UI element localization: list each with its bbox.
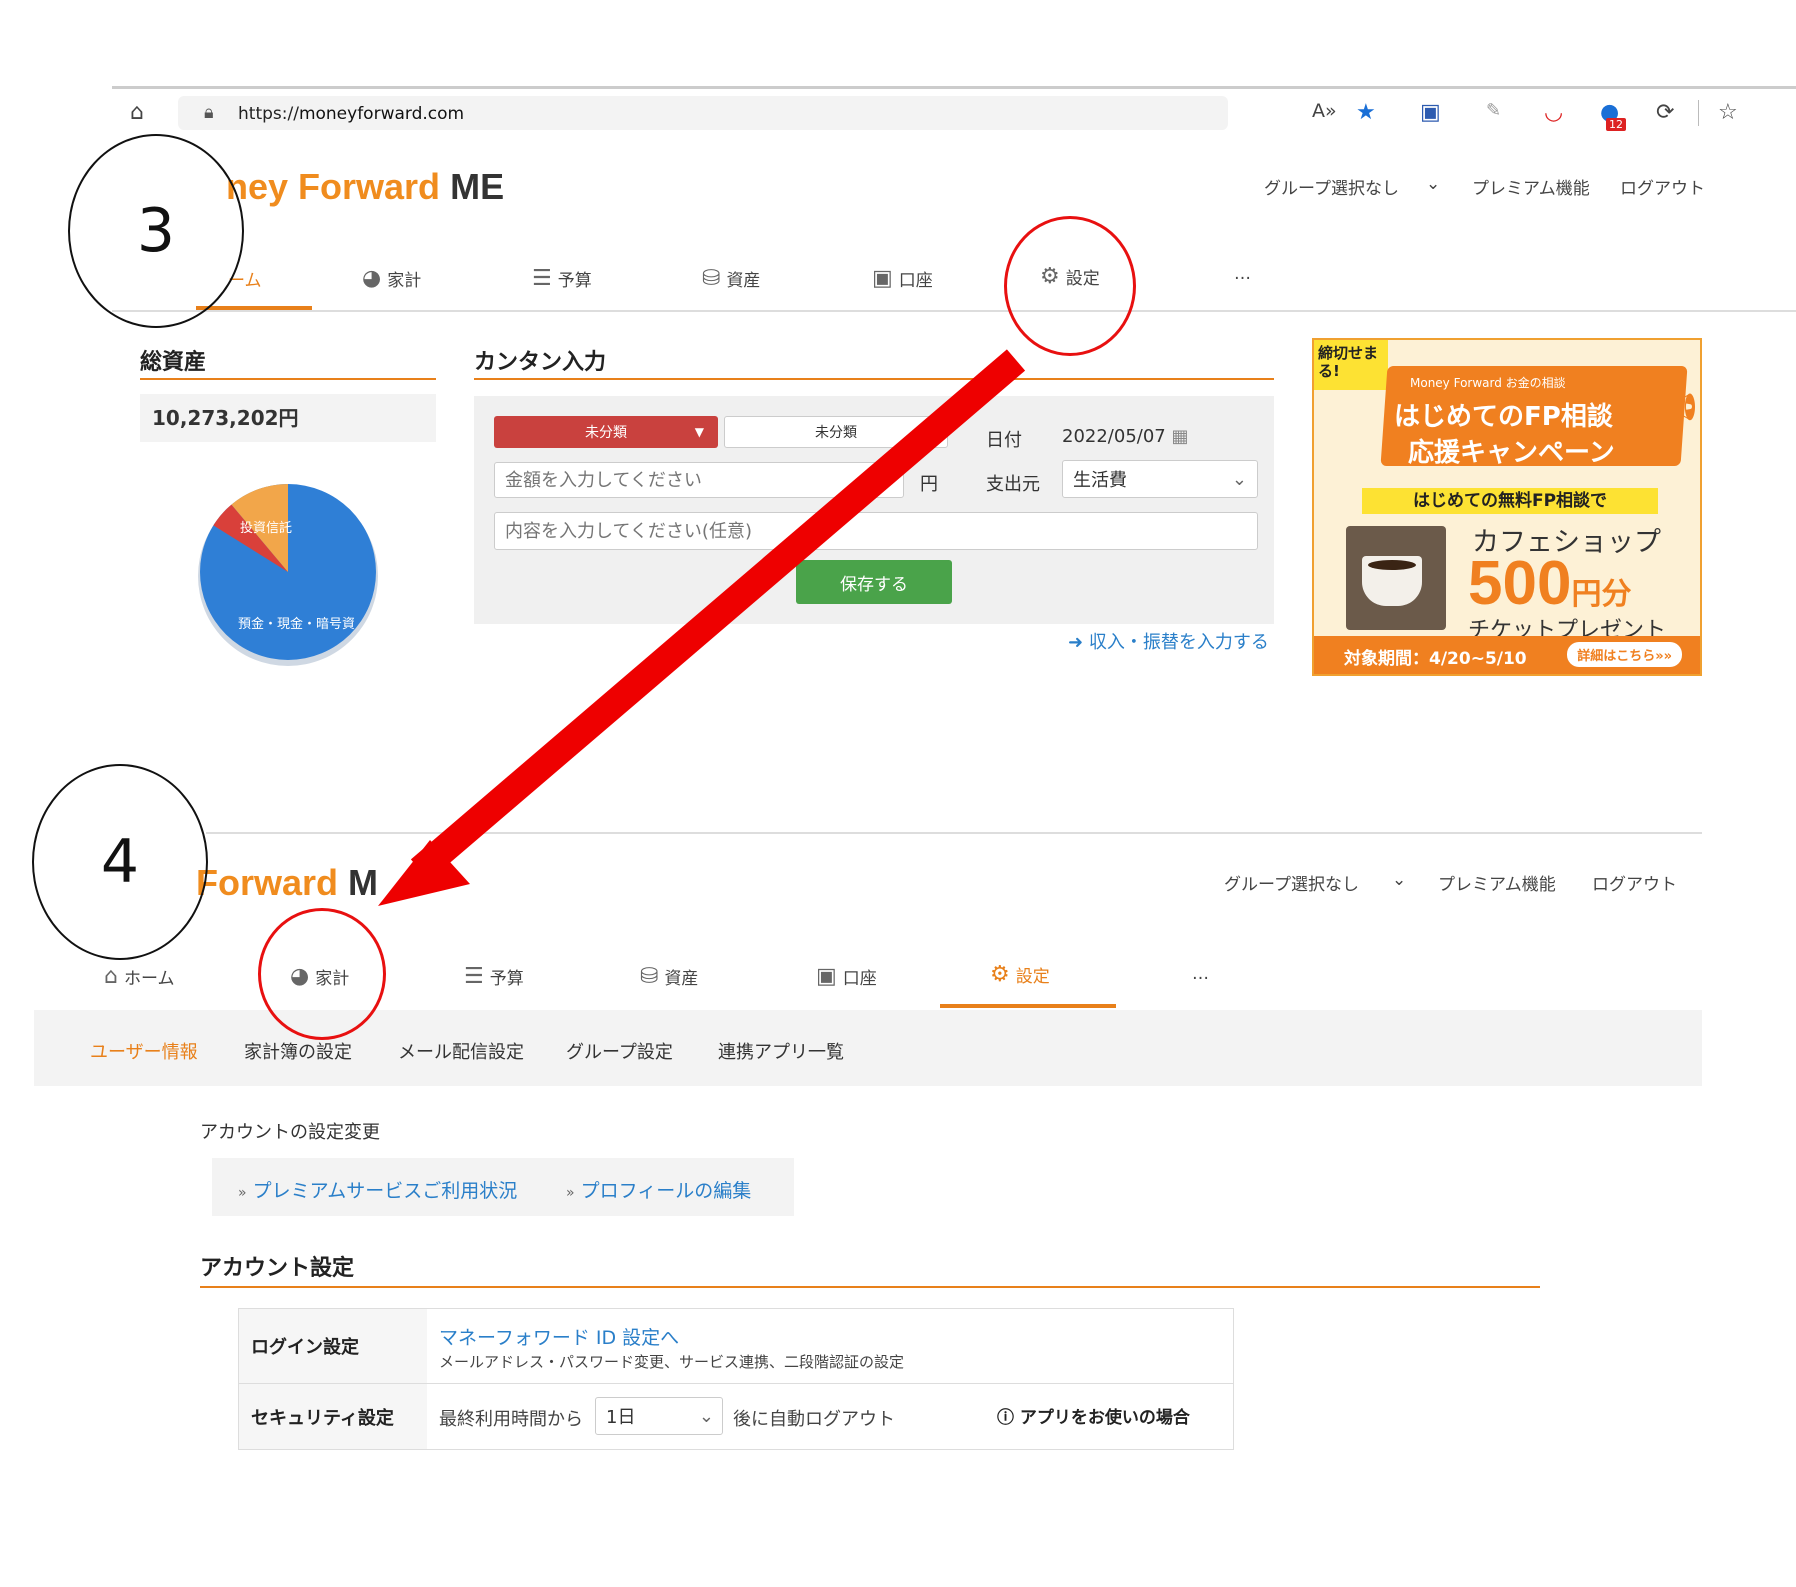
red-arrow xyxy=(378,349,1026,906)
red-arrow-shaft xyxy=(410,349,1026,881)
